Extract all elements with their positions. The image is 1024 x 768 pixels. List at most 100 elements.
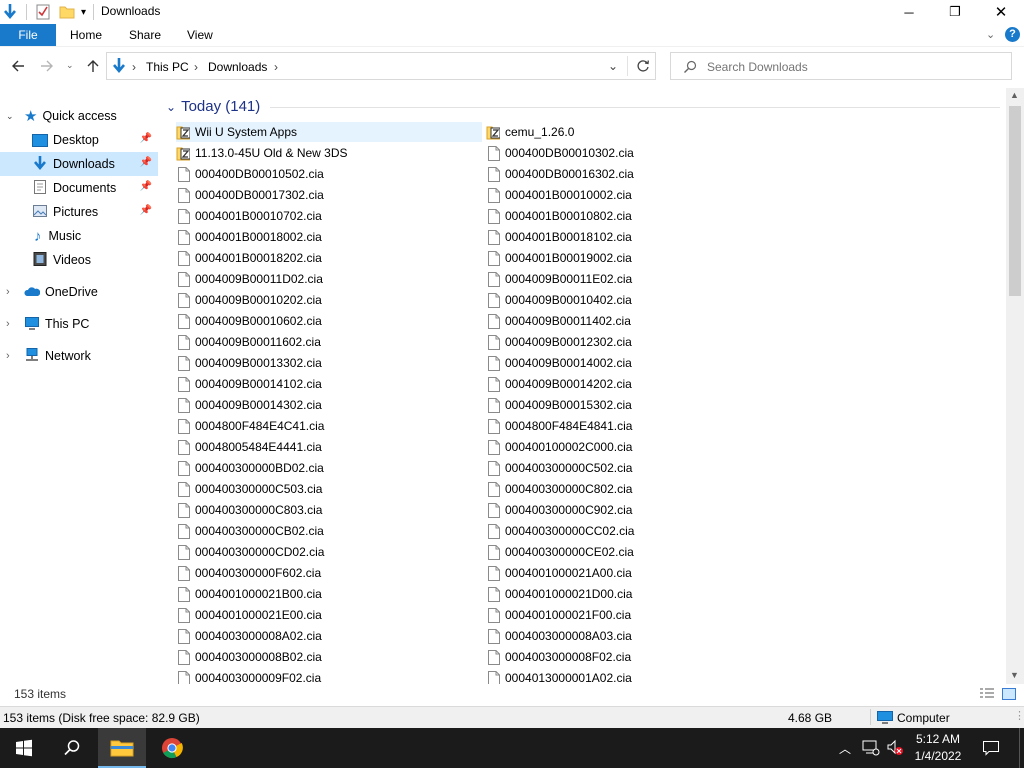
file-item[interactable]: 000400300000C503.cia [176,479,482,499]
sidebar-item-videos[interactable]: Videos [0,248,158,272]
tab-home[interactable]: Home [70,28,102,42]
chevron-right-icon[interactable]: › [6,286,18,298]
zip-folder-item[interactable]: 11.13.0-45U Old & New 3DS [176,143,482,163]
vertical-scrollbar[interactable]: ▲ ▼ [1006,88,1024,684]
tab-view[interactable]: View [187,28,213,42]
show-hidden-icons-chevron-icon[interactable]: ︿ [839,740,851,757]
file-item[interactable]: 0004800F484E4C41.cia [176,416,482,436]
file-item[interactable]: 0004001B00018202.cia [176,248,482,268]
sidebar-item-downloads[interactable]: Downloads 📌 [0,152,158,176]
resize-grip-icon[interactable]: ⋮ [1014,709,1024,722]
chevron-right-icon[interactable]: › [6,350,18,362]
file-item[interactable]: 0004003000009F02.cia [176,668,482,684]
expand-ribbon-chevron-icon[interactable]: ⌄ [986,28,995,41]
file-item[interactable]: 0004009B00013302.cia [176,353,482,373]
new-folder-icon[interactable] [59,3,75,21]
file-item[interactable]: 0004001000021B00.cia [176,584,482,604]
network-tray-icon[interactable] [862,740,880,759]
file-item[interactable]: 0004001B00019002.cia [486,248,792,268]
sidebar-item-pictures[interactable]: Pictures 📌 [0,200,158,224]
file-item[interactable]: 000400300000BD02.cia [176,458,482,478]
tab-file[interactable]: File [0,24,56,46]
file-item[interactable]: 0004001000021F00.cia [486,605,792,625]
zip-folder-item[interactable]: Wii U System Apps [176,122,482,142]
file-item[interactable]: 0004001000021A00.cia [486,563,792,583]
address-history-chevron-icon[interactable]: ⌄ [608,59,618,73]
file-explorer-taskbar-button[interactable] [98,728,146,768]
file-item[interactable]: 0004003000008A02.cia [176,626,482,646]
file-item[interactable]: 0004009B00014202.cia [486,374,792,394]
large-icons-view-icon[interactable] [1001,687,1017,704]
breadcrumb-separator[interactable]: › [274,60,278,74]
minimize-button[interactable]: ─ [886,0,932,24]
file-item[interactable]: 0004009B00010202.cia [176,290,482,310]
address-bar[interactable]: › This PC › Downloads › ⌄ [106,52,656,80]
up-button[interactable] [86,59,100,77]
zip-folder-item[interactable]: cemu_1.26.0 [486,122,792,142]
file-item[interactable]: 0004009B00010602.cia [176,311,482,331]
file-item[interactable]: 0004013000001A02.cia [486,668,792,684]
group-header-today[interactable]: ⌄ Today (141) [166,98,260,115]
chrome-taskbar-button[interactable] [148,728,196,768]
file-item[interactable]: 000400300000C502.cia [486,458,792,478]
file-item[interactable]: 000400DB00010502.cia [176,164,482,184]
start-button[interactable] [0,728,48,768]
file-item[interactable]: 000400DB00010302.cia [486,143,792,163]
file-item[interactable]: 000400DB00017302.cia [176,185,482,205]
file-item[interactable]: 0004001000021D00.cia [486,584,792,604]
sidebar-item-quick-access[interactable]: ⌄ ★ Quick access [0,104,158,128]
file-item[interactable]: 0004009B00015302.cia [486,395,792,415]
file-item[interactable]: 0004001B00010002.cia [486,185,792,205]
scroll-up-arrow-icon[interactable]: ▲ [1010,90,1019,100]
chevron-down-icon[interactable]: ⌄ [166,100,176,114]
sidebar-item-documents[interactable]: Documents 📌 [0,176,158,200]
file-item[interactable]: 000400100002C000.cia [486,437,792,457]
action-center-icon[interactable] [982,739,1000,760]
file-item[interactable]: 000400300000C803.cia [176,500,482,520]
search-taskbar-button[interactable] [48,728,96,768]
chevron-down-icon[interactable]: ⌄ [6,111,18,122]
chevron-right-icon[interactable]: › [6,318,18,330]
file-item[interactable]: 0004003000008A03.cia [486,626,792,646]
properties-icon[interactable] [35,3,51,21]
file-item[interactable]: 000400300000C802.cia [486,479,792,499]
file-item[interactable]: 0004009B00014302.cia [176,395,482,415]
search-input[interactable] [705,58,999,76]
downloads-arrow-icon[interactable] [2,3,18,21]
breadcrumb-separator[interactable]: › [132,60,136,74]
file-item[interactable]: 000400300000CE02.cia [486,542,792,562]
file-item[interactable]: 0004001B00018102.cia [486,227,792,247]
file-item[interactable]: 0004001B00018002.cia [176,227,482,247]
volume-muted-icon[interactable] [886,739,904,760]
pin-icon[interactable]: 📌 [140,133,152,144]
file-item[interactable]: 0004001B00010702.cia [176,206,482,226]
file-item[interactable]: 0004003000008F02.cia [486,647,792,667]
file-item[interactable]: 000400300000F602.cia [176,563,482,583]
forward-button[interactable] [40,59,54,77]
search-box[interactable] [670,52,1012,80]
file-item[interactable]: 0004009B00014102.cia [176,374,482,394]
file-item[interactable]: 0004009B00011602.cia [176,332,482,352]
maximize-button[interactable]: ❐ [932,0,978,24]
file-item[interactable]: 0004001000021E00.cia [176,605,482,625]
file-item[interactable]: 000400300000CD02.cia [176,542,482,562]
sidebar-item-this-pc[interactable]: › This PC [0,312,158,336]
refresh-button[interactable] [636,59,650,76]
sidebar-item-network[interactable]: › Network [0,344,158,368]
sidebar-item-desktop[interactable]: Desktop 📌 [0,128,158,152]
file-item[interactable]: 00048005484E4441.cia [176,437,482,457]
pin-icon[interactable]: 📌 [140,205,152,216]
show-desktop-button[interactable] [1019,728,1020,768]
sidebar-item-music[interactable]: ♪ Music [0,224,158,248]
file-item[interactable]: 000400300000CC02.cia [486,521,792,541]
file-item[interactable]: 0004009B00014002.cia [486,353,792,373]
file-item[interactable]: 0004009B00012302.cia [486,332,792,352]
customize-toolbar-chevron-icon[interactable]: ▾ [81,7,86,18]
file-item[interactable]: 0004800F484E4841.cia [486,416,792,436]
pin-icon[interactable]: 📌 [140,181,152,192]
details-view-icon[interactable] [979,687,995,704]
tab-share[interactable]: Share [129,28,161,42]
file-item[interactable]: 0004009B00011402.cia [486,311,792,331]
file-item[interactable]: 000400300000CB02.cia [176,521,482,541]
back-button[interactable] [11,59,25,77]
